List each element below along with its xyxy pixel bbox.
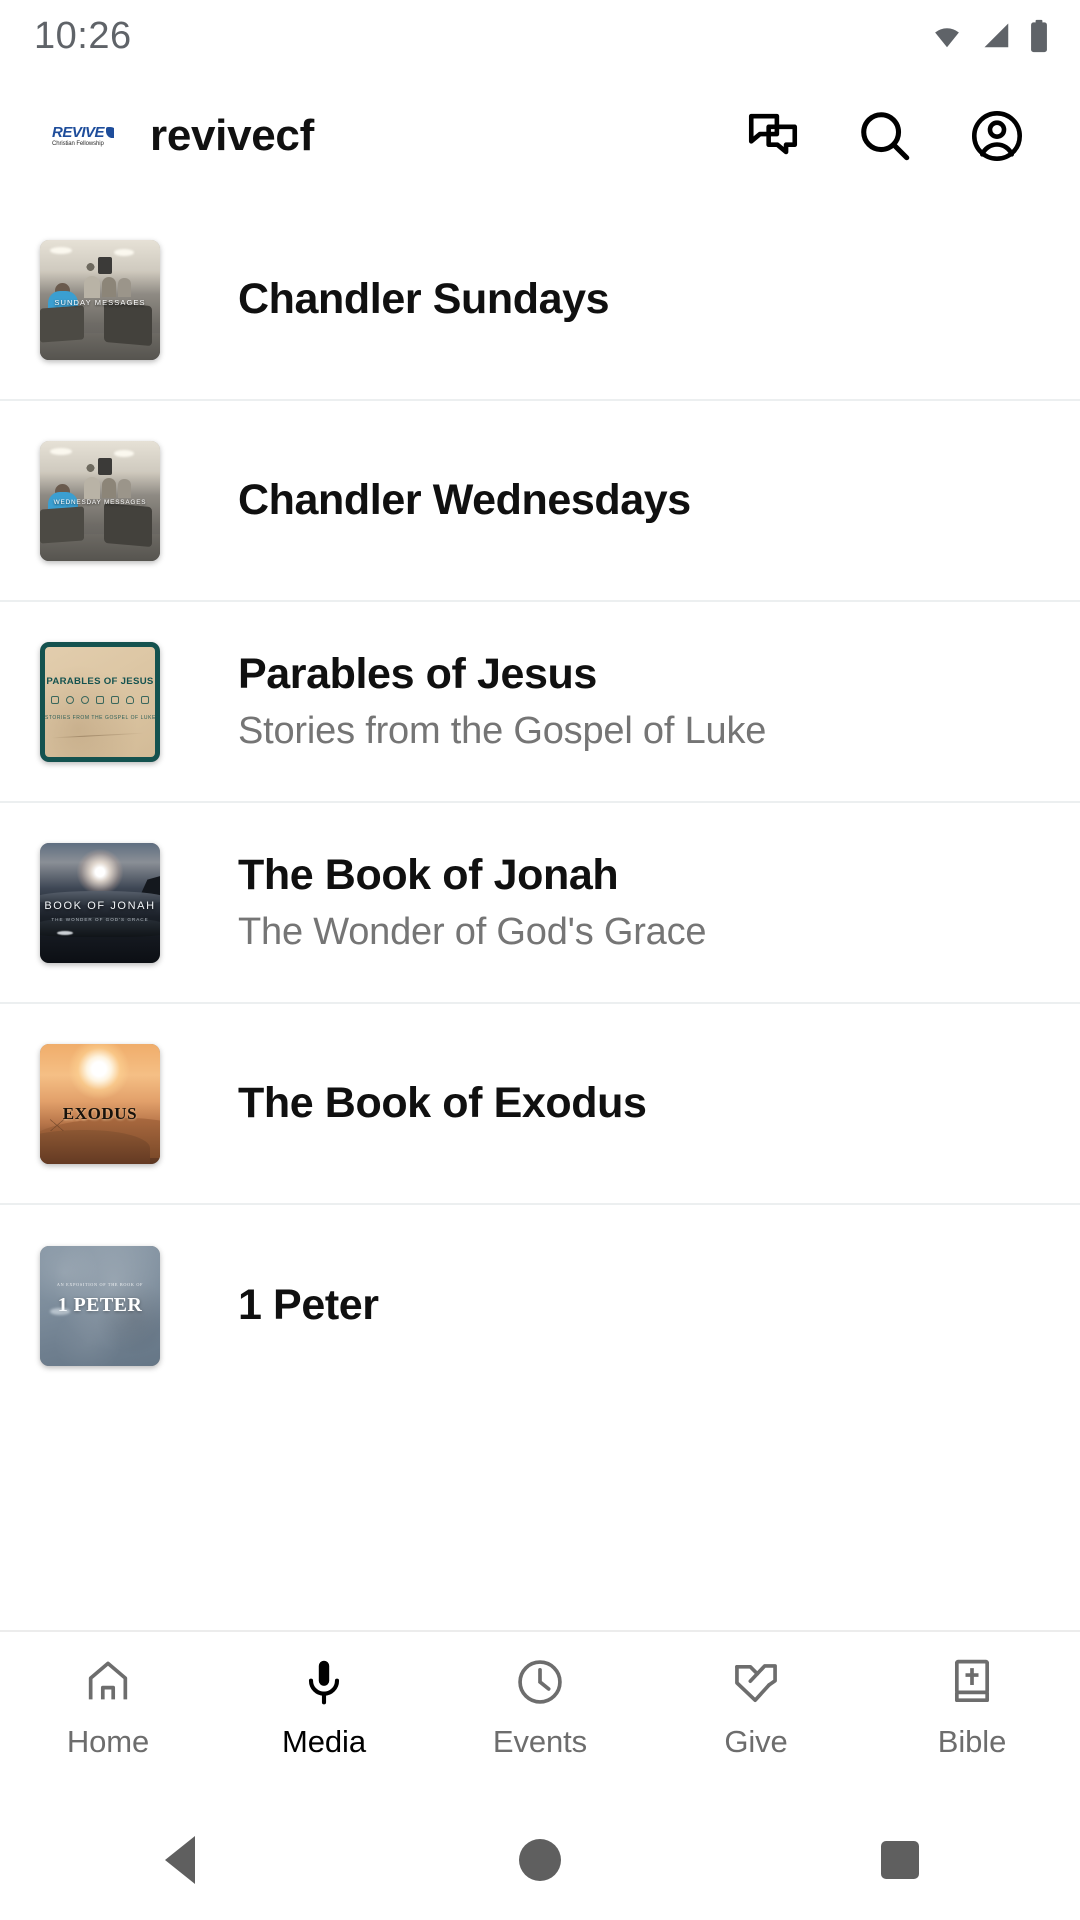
tab-bible[interactable]: Bible bbox=[864, 1654, 1080, 1760]
wednesday-messages-artwork: WEDNESDAY MESSAGES bbox=[40, 440, 160, 561]
recents-button[interactable] bbox=[792, 1841, 1008, 1879]
list-item[interactable]: EXODUS The Book of Exodus bbox=[0, 1004, 1080, 1205]
app-bar: REVIVE Christian Fellowship revivecf bbox=[0, 72, 1080, 200]
series-text: Chandler Wednesdays bbox=[238, 475, 691, 526]
coin-icon bbox=[66, 696, 74, 704]
back-button[interactable] bbox=[72, 1836, 288, 1884]
artwork-eyebrow: AN EXPOSITION OF THE BOOK OF bbox=[56, 1281, 144, 1287]
seed-icon bbox=[51, 696, 59, 704]
tab-label: Media bbox=[282, 1724, 366, 1759]
series-title: Chandler Wednesdays bbox=[238, 476, 691, 525]
book-of-exodus-artwork: EXODUS bbox=[40, 1043, 160, 1164]
series-title: The Book of Jonah bbox=[238, 851, 619, 900]
home-icon bbox=[82, 1654, 134, 1710]
series-text: The Book of Jonah The Wonder of God's Gr… bbox=[238, 850, 707, 955]
giving-hands-icon bbox=[730, 1654, 782, 1710]
system-navigation-bar bbox=[0, 1800, 1080, 1920]
logo-leaf-icon bbox=[106, 126, 114, 138]
circle-icon bbox=[519, 1839, 561, 1881]
series-text: The Book of Exodus bbox=[238, 1078, 647, 1129]
series-title: The Book of Exodus bbox=[238, 1079, 647, 1128]
battery-icon bbox=[1028, 19, 1050, 53]
messages-icon[interactable] bbox=[742, 105, 804, 167]
parables-of-jesus-artwork: PARABLES OF JESUS STORIES FROM THE GOSPE… bbox=[40, 641, 160, 762]
media-series-list[interactable]: SUNDAY MESSAGES Chandler Sundays WEDNESD… bbox=[0, 200, 1080, 1630]
series-thumbnail: PARABLES OF JESUS STORIES FROM THE GOSPE… bbox=[40, 641, 160, 762]
status-bar: 10:26 bbox=[0, 0, 1080, 72]
triangle-left-icon bbox=[165, 1836, 195, 1884]
tab-label: Give bbox=[724, 1724, 788, 1759]
series-thumbnail: EXODUS bbox=[40, 1043, 160, 1164]
artwork-subcaption: STORIES FROM THE GOSPEL OF LUKE bbox=[45, 714, 156, 721]
tab-label: Events bbox=[492, 1724, 588, 1759]
logo-wordmark: REVIVE bbox=[52, 123, 105, 141]
series-thumbnail: SUNDAY MESSAGES bbox=[40, 239, 160, 360]
status-time: 10:26 bbox=[34, 14, 132, 57]
series-title: Parables of Jesus bbox=[238, 650, 597, 699]
app-title: revivecf bbox=[150, 111, 314, 160]
series-thumbnail: BOOK OF JONAH THE WONDER OF GOD'S GRACE bbox=[40, 842, 160, 963]
artwork-caption: SUNDAY MESSAGES bbox=[54, 298, 146, 308]
tab-label: Bible bbox=[937, 1724, 1007, 1759]
lamp-icon bbox=[141, 696, 149, 704]
artwork-caption: PARABLES OF JESUS bbox=[46, 676, 154, 688]
account-icon[interactable] bbox=[966, 105, 1028, 167]
series-thumbnail: WEDNESDAY MESSAGES bbox=[40, 440, 160, 561]
tab-give[interactable]: Give bbox=[648, 1654, 864, 1760]
series-title: Chandler Sundays bbox=[238, 275, 610, 324]
bible-icon bbox=[946, 1654, 998, 1710]
home-button[interactable] bbox=[432, 1839, 648, 1881]
revive-christian-fellowship-logo: REVIVE Christian Fellowship bbox=[52, 119, 114, 153]
series-thumbnail: AN EXPOSITION OF THE BOOK OF 1 PETER bbox=[40, 1245, 160, 1366]
tab-home[interactable]: Home bbox=[0, 1654, 216, 1760]
wifi-icon bbox=[928, 21, 966, 51]
first-peter-artwork: AN EXPOSITION OF THE BOOK OF 1 PETER bbox=[40, 1245, 160, 1366]
artwork-caption: EXODUS bbox=[62, 1103, 138, 1123]
book-of-jonah-artwork: BOOK OF JONAH THE WONDER OF GOD'S GRACE bbox=[40, 842, 160, 963]
tab-label: Home bbox=[66, 1724, 150, 1759]
microphone-icon bbox=[298, 1654, 350, 1710]
artwork-caption: BOOK OF JONAH bbox=[44, 900, 156, 913]
series-text: 1 Peter bbox=[238, 1280, 379, 1331]
bottom-tab-bar: Home Media Events Give Bible bbox=[0, 1630, 1080, 1800]
cellular-signal-icon bbox=[980, 21, 1014, 51]
app-screen: 10:26 REVIVE Christian Fellowship revive… bbox=[0, 0, 1080, 1920]
list-item[interactable]: AN EXPOSITION OF THE BOOK OF 1 PETER 1 P… bbox=[0, 1205, 1080, 1406]
artwork-subcaption: THE WONDER OF GOD'S GRACE bbox=[51, 916, 149, 922]
house-icon bbox=[111, 696, 119, 704]
series-subtitle: Stories from the Gospel of Luke bbox=[238, 709, 767, 752]
sheep-icon bbox=[126, 696, 134, 704]
tab-media[interactable]: Media bbox=[216, 1654, 432, 1760]
tab-events[interactable]: Events bbox=[432, 1654, 648, 1760]
square-icon bbox=[881, 1841, 919, 1879]
app-bar-actions bbox=[742, 105, 1046, 167]
series-subtitle: The Wonder of God's Grace bbox=[238, 910, 707, 953]
logo-subtitle: Christian Fellowship bbox=[52, 140, 104, 147]
status-icons bbox=[928, 19, 1050, 53]
series-text: Chandler Sundays bbox=[238, 274, 610, 325]
sunday-messages-artwork: SUNDAY MESSAGES bbox=[40, 239, 160, 360]
list-item[interactable]: SUNDAY MESSAGES Chandler Sundays bbox=[0, 200, 1080, 401]
tree-icon bbox=[96, 696, 104, 704]
clock-icon bbox=[514, 1654, 566, 1710]
list-item[interactable]: WEDNESDAY MESSAGES Chandler Wednesdays bbox=[0, 401, 1080, 602]
search-icon[interactable] bbox=[854, 105, 916, 167]
artwork-icon-row bbox=[51, 696, 149, 704]
series-text: Parables of Jesus Stories from the Gospe… bbox=[238, 649, 766, 754]
series-title: 1 Peter bbox=[238, 1281, 379, 1330]
pearl-icon bbox=[81, 696, 89, 704]
artwork-caption: WEDNESDAY MESSAGES bbox=[53, 499, 147, 507]
list-item[interactable]: BOOK OF JONAH THE WONDER OF GOD'S GRACE … bbox=[0, 803, 1080, 1004]
list-item[interactable]: PARABLES OF JESUS STORIES FROM THE GOSPE… bbox=[0, 602, 1080, 803]
